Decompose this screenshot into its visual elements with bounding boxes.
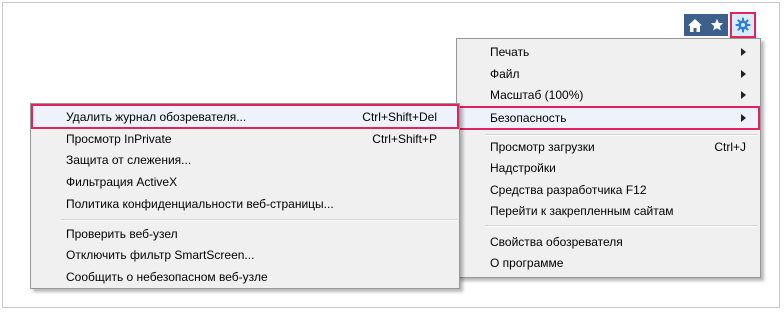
menu-item-label: Файл — [490, 67, 520, 81]
home-button[interactable] — [684, 14, 706, 36]
tools-button[interactable] — [730, 12, 756, 38]
menu-item-label: Перейти к закрепленным сайтам — [490, 204, 674, 218]
menu-item-shortcut: Ctrl+J — [714, 140, 746, 154]
menu-item-label: Удалить журнал обозревателя... — [66, 109, 247, 124]
menu-item-print[interactable]: Печать — [457, 41, 760, 63]
submenu-item-check-website[interactable]: Проверить веб-узел — [31, 223, 459, 245]
menu-item-about[interactable]: О программе — [457, 252, 760, 274]
menu-item-label: Надстройки — [490, 161, 556, 175]
submenu-item-tracking-protection[interactable]: Защита от слежения... — [31, 149, 459, 171]
menu-item-label: Защита от слежения... — [66, 153, 192, 167]
menu-item-shortcut: Ctrl+Shift+P — [372, 132, 437, 146]
menu-item-label: Свойства обозревателя — [490, 235, 623, 249]
menu-item-shortcut: Ctrl+Shift+Del — [362, 109, 437, 124]
menu-item-file[interactable]: Файл — [457, 63, 760, 85]
menu-item-label: Безопасность — [490, 111, 567, 125]
menu-item-label: Масштаб (100%) — [490, 88, 584, 102]
star-icon — [710, 18, 724, 32]
submenu-item-privacy-policy[interactable]: Политика конфиденциальности веб-страницы… — [31, 193, 459, 215]
menu-item-label: Сообщить о небезопасном веб-узле — [66, 270, 268, 284]
submenu-item-report-unsafe[interactable]: Сообщить о небезопасном веб-узле — [31, 266, 459, 288]
submenu-item-inprivate[interactable]: Просмотр InPrivate Ctrl+Shift+P — [31, 128, 459, 150]
menu-item-label: Печать — [490, 45, 530, 59]
menu-item-developer-tools[interactable]: Средства разработчика F12 — [457, 179, 760, 201]
menu-item-view-downloads[interactable]: Просмотр загрузки Ctrl+J — [457, 136, 760, 158]
browser-toolbar — [684, 12, 756, 38]
menu-item-label: Фильтрация ActiveX — [66, 175, 178, 189]
menu-item-addons[interactable]: Надстройки — [457, 157, 760, 179]
home-icon — [688, 18, 702, 32]
menu-item-label: Проверить веб-узел — [66, 227, 178, 241]
menu-item-label: Просмотр InPrivate — [66, 132, 172, 146]
chevron-right-icon — [741, 91, 746, 99]
menu-item-zoom[interactable]: Масштаб (100%) — [457, 84, 760, 106]
menu-item-label: Отключить фильтр SmartScreen... — [66, 248, 255, 262]
chevron-right-icon — [741, 48, 746, 56]
chevron-right-icon — [741, 114, 746, 122]
menu-item-pinned-sites[interactable]: Перейти к закрепленным сайтам — [457, 200, 760, 222]
menu-item-internet-options[interactable]: Свойства обозревателя — [457, 231, 760, 253]
menu-item-label: О программе — [490, 256, 564, 270]
security-submenu: Удалить журнал обозревателя... Ctrl+Shif… — [30, 103, 460, 289]
menu-item-label: Политика конфиденциальности веб-страницы… — [66, 197, 334, 211]
submenu-item-activex-filtering[interactable]: Фильтрация ActiveX — [31, 171, 459, 193]
submenu-item-delete-history[interactable]: Удалить журнал обозревателя... Ctrl+Shif… — [31, 104, 459, 129]
menu-item-label: Средства разработчика F12 — [490, 183, 647, 197]
menu-item-label: Просмотр загрузки — [490, 140, 595, 154]
tools-menu: Печать Файл Масштаб (100%) Безопасность … — [456, 38, 761, 278]
menu-separator — [61, 219, 457, 221]
menu-item-security[interactable]: Безопасность — [457, 106, 760, 130]
submenu-item-disable-smartscreen[interactable]: Отключить фильтр SmartScreen... — [31, 244, 459, 266]
chevron-right-icon — [741, 70, 746, 78]
menu-separator — [485, 225, 758, 227]
favorites-button[interactable] — [706, 14, 728, 36]
gear-icon — [735, 17, 751, 33]
